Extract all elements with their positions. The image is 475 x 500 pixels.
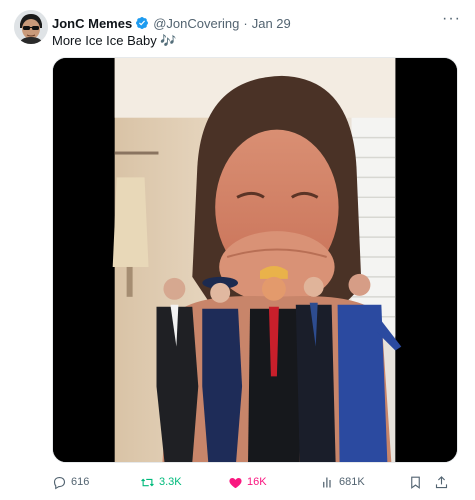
tweet-card[interactable]: JonC Memes @JonCovering · Jan 29 ··· Mor… [0,0,475,500]
tweet-body: More Ice Ice Baby [52,33,157,48]
heart-icon [229,477,242,488]
reply-icon [53,476,66,489]
share-icon [435,475,448,488]
avatar-sunglasses-icon [14,10,48,44]
more-options-icon[interactable]: ··· [442,10,461,28]
separator-dot: · [243,15,248,31]
verified-badge-icon [135,16,149,30]
views-chart-icon [323,477,331,487]
author-handle[interactable]: @JonCovering [153,16,239,31]
reply-count: 616 [71,476,90,488]
retweet-count: 3.3K [159,476,182,488]
tweet-header: JonC Memes @JonCovering · Jan 29 ··· [52,10,461,32]
share-button[interactable] [434,475,454,490]
video-player[interactable] [52,57,458,463]
action-bar: 616 3.3K 16K 681K [52,470,462,494]
author-display-name[interactable]: JonC Memes [52,16,132,31]
video-thumbnail [53,58,457,462]
retweet-icon [141,478,154,486]
tweet-text: More Ice Ice Baby 🎶 [52,32,461,49]
like-count: 16K [247,476,267,488]
reply-button[interactable]: 616 [52,475,140,490]
bookmark-icon [411,476,420,489]
author-avatar[interactable] [14,10,48,44]
like-button[interactable]: 16K [228,475,320,490]
views-count: 681K [339,476,365,488]
retweet-button[interactable]: 3.3K [140,475,228,490]
music-notes-icon: 🎶 [160,33,177,48]
tweet-date[interactable]: Jan 29 [252,16,291,31]
bookmark-button[interactable] [408,475,434,490]
views-button[interactable]: 681K [320,475,408,490]
